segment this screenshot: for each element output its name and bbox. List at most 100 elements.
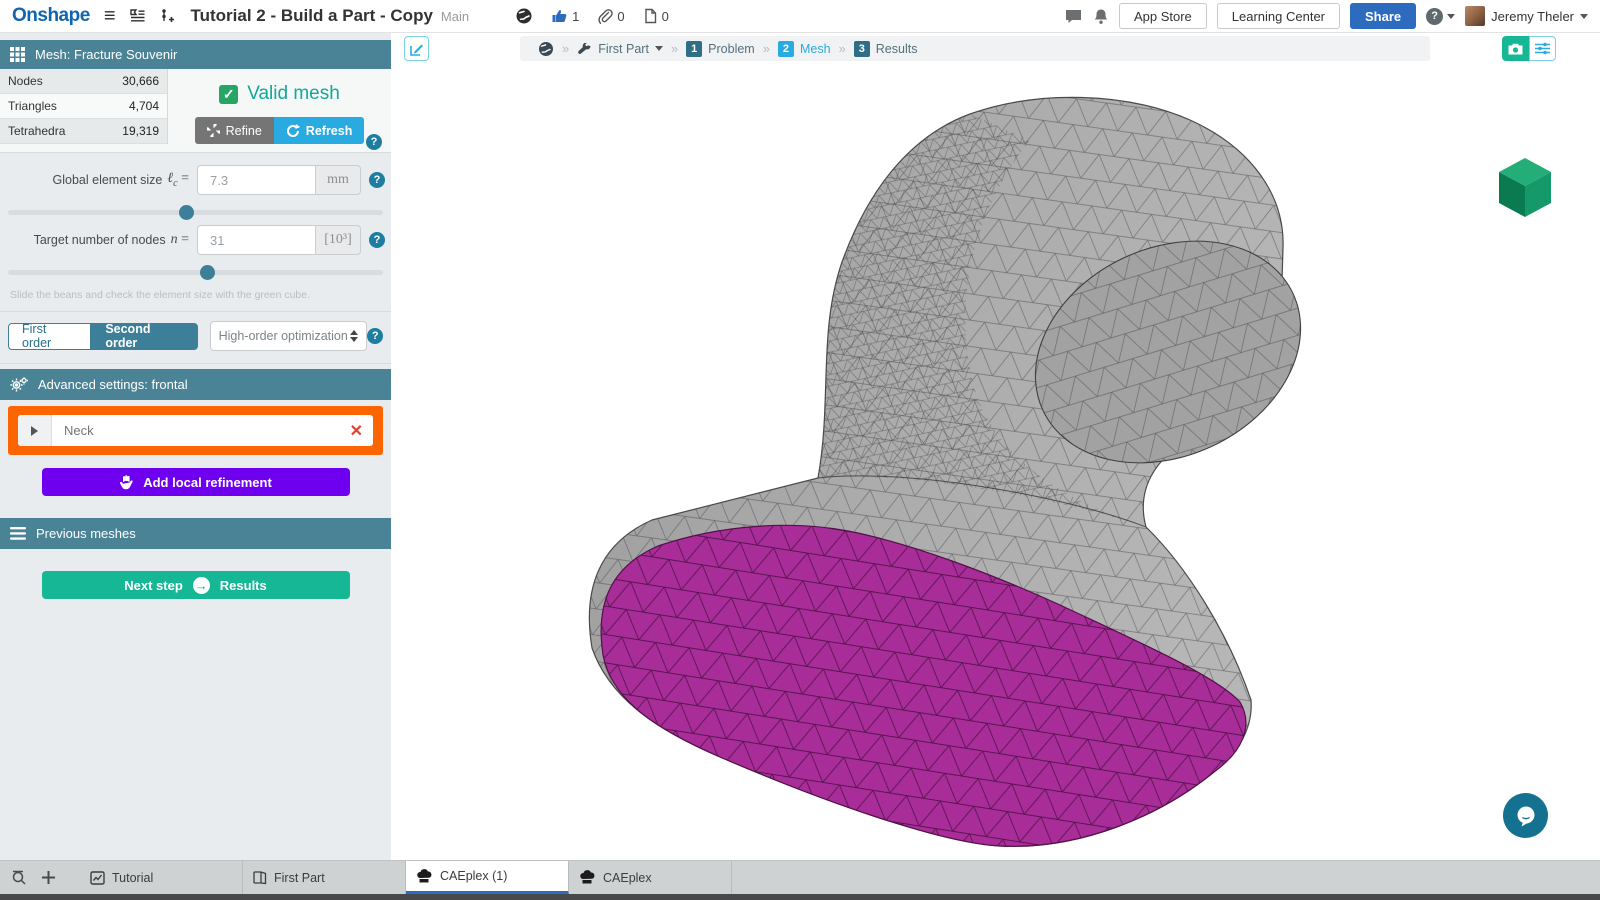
search-tabs-icon[interactable]: [6, 861, 34, 894]
slider-thumb[interactable]: [200, 265, 215, 280]
versions-icon[interactable]: [129, 8, 146, 24]
global-size-label: Global element size: [53, 173, 163, 187]
share-button[interactable]: Share: [1350, 3, 1416, 29]
slider-thumb[interactable]: [179, 205, 194, 220]
valid-mesh-label: Valid mesh: [247, 83, 340, 105]
next-step-results-button[interactable]: Next step → Results: [42, 571, 350, 599]
document-title: Tutorial 2 - Build a Part - Copy: [190, 6, 432, 26]
target-nodes-slider[interactable]: [8, 265, 383, 279]
slider-track[interactable]: [8, 270, 383, 275]
workspace-label[interactable]: Main: [441, 9, 469, 24]
user-menu[interactable]: Jeremy Theler: [1465, 6, 1588, 26]
second-order-button[interactable]: Second order: [91, 323, 197, 350]
onshape-logo[interactable]: Onshape: [12, 5, 90, 27]
links-count[interactable]: 0: [597, 8, 624, 24]
hamburger-menu-icon[interactable]: ≡: [104, 5, 116, 28]
tutorial-tab-icon: [90, 871, 105, 885]
tab-tutorial[interactable]: Tutorial: [80, 861, 243, 894]
edit-pencil-icon: [410, 42, 424, 56]
chat-widget-button[interactable]: [1503, 793, 1548, 838]
copies-value: 0: [662, 9, 669, 24]
mesh-help-icon[interactable]: ?: [366, 134, 382, 150]
breadcrumb-step-mesh[interactable]: 2 Mesh: [778, 41, 831, 57]
previous-meshes-bar[interactable]: Previous meshes: [0, 518, 391, 549]
tab-first-part[interactable]: First Part: [243, 861, 406, 894]
copy-icon: [643, 8, 658, 24]
target-nodes-unit: [10³]: [315, 225, 361, 255]
chevron-down-icon: [1447, 14, 1455, 19]
refine-button[interactable]: Refine: [195, 117, 274, 144]
tab-caeplex-1[interactable]: CAEplex (1): [406, 861, 569, 894]
order-help-icon[interactable]: ?: [367, 328, 383, 344]
step-badge: 2: [778, 41, 794, 57]
refresh-button[interactable]: Refresh: [274, 117, 365, 144]
panel-header[interactable]: Mesh: Fracture Souvenir: [0, 40, 391, 69]
part-studio-icon: [253, 870, 267, 885]
camera-icon: [1508, 43, 1523, 55]
optimization-value: High-order optimization: [219, 329, 348, 343]
slider-track[interactable]: [8, 210, 383, 215]
copies-count[interactable]: 0: [643, 8, 669, 24]
expand-refinement-button[interactable]: [18, 415, 52, 446]
globe-icon[interactable]: [538, 41, 554, 57]
breadcrumb-separator: »: [839, 41, 846, 56]
screenshot-camera-button[interactable]: [1502, 36, 1529, 61]
notifications-bell-icon[interactable]: [1093, 8, 1109, 25]
breadcrumb-part-label: First Part: [598, 42, 649, 56]
top-bar: Onshape ≡ Tutorial 2 - Build a Part - Co…: [0, 0, 1600, 33]
delete-refinement-icon[interactable]: ✕: [340, 421, 373, 441]
refresh-label: Refresh: [306, 124, 353, 138]
breadcrumb-separator: »: [562, 41, 569, 56]
refresh-icon: [286, 124, 300, 138]
step-label: Results: [876, 42, 918, 56]
refinement-name-input[interactable]: [52, 423, 340, 438]
add-tab-icon[interactable]: [34, 861, 62, 894]
edit-button[interactable]: [404, 36, 429, 61]
tab-caeplex[interactable]: CAEplex: [569, 861, 732, 894]
stat-label: Tetrahedra: [8, 124, 65, 138]
comments-icon[interactable]: [1064, 8, 1083, 25]
help-menu[interactable]: ?: [1426, 8, 1455, 25]
list-icon: [10, 527, 26, 540]
optimization-select[interactable]: High-order optimization: [210, 321, 368, 351]
user-name: Jeremy Theler: [1491, 9, 1574, 24]
global-size-input[interactable]: [197, 165, 315, 195]
help-icon: ?: [1426, 8, 1443, 25]
likes-count[interactable]: 1: [551, 8, 579, 24]
breadcrumb-step-problem[interactable]: 1 Problem: [686, 41, 755, 57]
breadcrumb-part[interactable]: First Part: [577, 42, 663, 56]
compress-icon: [207, 124, 220, 137]
mesh-panel: Mesh: Fracture Souvenir Nodes 30,666 Tri…: [0, 33, 391, 860]
step-label: Mesh: [800, 42, 831, 56]
3d-viewport[interactable]: » First Part » 1 Problem » 2 Mesh » 3 Re…: [391, 33, 1600, 860]
app-store-button[interactable]: App Store: [1119, 3, 1207, 29]
mesh-size-zone: Global element size ℓc = mm ? Target num…: [0, 153, 391, 312]
target-nodes-help-icon[interactable]: ?: [369, 232, 385, 248]
target-nodes-input[interactable]: [197, 225, 315, 255]
local-refinement-card: ✕: [8, 406, 383, 455]
breadcrumb-step-results[interactable]: 3 Results: [854, 41, 918, 57]
first-order-button[interactable]: First order: [8, 323, 91, 350]
step-label: Problem: [708, 42, 755, 56]
avatar: [1465, 6, 1485, 26]
add-refinement-label: Add local refinement: [143, 475, 272, 490]
add-local-refinement-button[interactable]: Add local refinement: [42, 468, 350, 496]
advanced-settings-bar[interactable]: Advanced settings: frontal: [0, 369, 391, 400]
public-globe-icon[interactable]: [515, 7, 533, 25]
chevron-down-icon: [1580, 14, 1588, 19]
insert-version-icon[interactable]: [160, 8, 174, 25]
global-size-help-icon[interactable]: ?: [369, 172, 385, 188]
learning-center-button[interactable]: Learning Center: [1217, 3, 1340, 29]
hand-icon: [119, 475, 133, 490]
breadcrumb-separator: »: [671, 41, 678, 56]
view-options-button[interactable]: [1529, 36, 1556, 61]
stat-value: 19,319: [122, 124, 159, 138]
links-value: 0: [617, 9, 624, 24]
mesh-3d-view[interactable]: [391, 33, 1600, 860]
global-size-slider[interactable]: [8, 205, 383, 219]
refine-label: Refine: [226, 124, 262, 138]
caeplex-cloud-icon: [416, 869, 433, 884]
stat-value: 30,666: [122, 74, 159, 88]
paperclip-icon: [597, 8, 613, 24]
tab-label: CAEplex (1): [440, 869, 507, 883]
